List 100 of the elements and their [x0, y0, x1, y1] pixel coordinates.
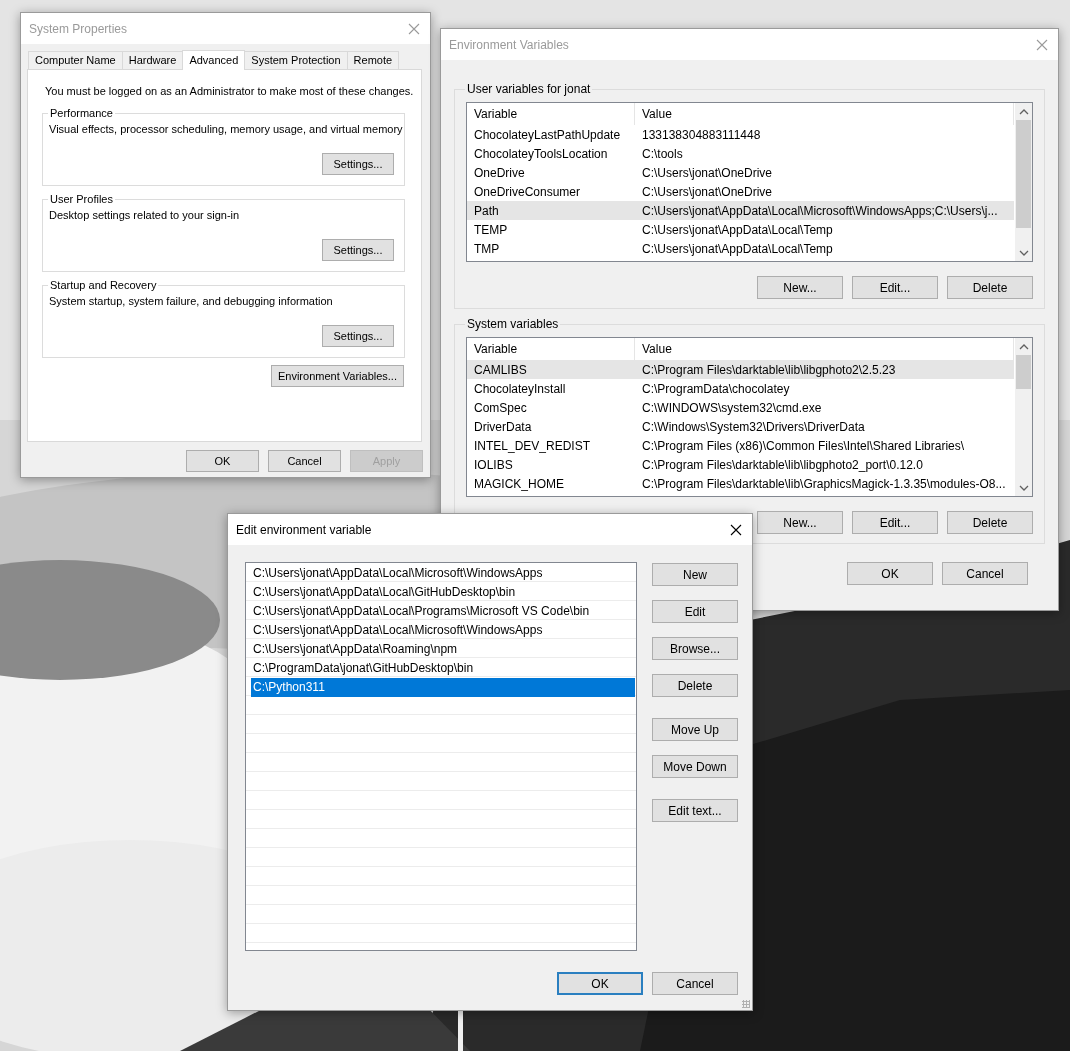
path-entry[interactable]: C:\Users\jonat\AppData\Local\Microsoft\WindowsApps [251, 621, 635, 640]
window-title: System Properties [29, 21, 128, 36]
group-title: User Profiles [49, 193, 114, 205]
path-entry[interactable]: C:\Users\jonat\AppData\Roaming\npm [251, 640, 635, 659]
variable-value-cell-text: C:\Users\jonat\OneDrive [641, 165, 774, 180]
dialog-button[interactable]: OK [847, 562, 933, 585]
column-header[interactable]: Value [635, 103, 1014, 125]
path-entry[interactable]: C:\ProgramData\jonat\GitHubDesktop\bin [251, 659, 635, 678]
variable-value-cell-text: C:\Program Files\darktable\lib\GraphicsMagick-1.3.35\modules-O8... [641, 476, 1007, 491]
dialog-button[interactable]: OK [557, 972, 643, 995]
dialog-button[interactable]: Cancel [942, 562, 1028, 585]
list-action-button[interactable]: Edit [652, 600, 738, 623]
variable-value-cell-text: C:\ProgramData\chocolatey [641, 381, 791, 396]
variable-name-cell-text: TMP [473, 241, 501, 256]
group-description: Desktop settings related to your sign-in [49, 209, 240, 221]
variable-action-button[interactable]: Edit... [852, 276, 938, 299]
list-row[interactable]: ChocolateyLastPathUpdate 133138304883111448 [467, 125, 1014, 144]
list-row[interactable]: ChocolateyInstall C:\ProgramData\chocolatey [467, 379, 1014, 398]
resize-grip[interactable] [742, 1000, 750, 1008]
list-row[interactable]: MAGICK_HOME C:\Program Files\darktable\lib\GraphicsMagick-1.3.35\modules-O8... [467, 474, 1014, 493]
window-title: Environment Variables [449, 37, 569, 52]
scroll-up-icon[interactable] [1018, 344, 1029, 350]
variable-value-cell-text: C:\Users\jonat\OneDrive [641, 184, 774, 199]
list-row[interactable]: TEMP C:\Users\jonat\AppData\Local\Temp [467, 220, 1014, 239]
list-row[interactable]: OneDriveConsumer C:\Users\jonat\OneDrive [467, 182, 1014, 201]
list-row[interactable]: OneDrive C:\Users\jonat\OneDrive [467, 163, 1014, 182]
variable-name-cell-text: INTEL_DEV_REDIST [473, 438, 592, 453]
list-action-button[interactable]: Move Down [652, 755, 738, 778]
variable-action-button[interactable]: Delete [947, 511, 1033, 534]
group-description: Visual effects, processor scheduling, memory usage, and virtual memory [49, 123, 403, 135]
settings-button[interactable]: Settings... [322, 325, 394, 347]
variable-name-cell-text: ComSpec [473, 400, 528, 415]
variable-value-cell-text: C:\Program Files\darktable\lib\libgphoto2_port\0.12.0 [641, 457, 924, 472]
group-title: System variables [466, 317, 560, 331]
variable-name-cell-text: DriverData [473, 419, 533, 434]
variable-name-cell-text: CAMLIBS [473, 362, 528, 377]
variable-action-button[interactable]: New... [757, 276, 843, 299]
list-action-button[interactable]: Move Up [652, 718, 738, 741]
path-entry[interactable]: C:\Users\jonat\AppData\Local\GitHubDesktop\bin [251, 583, 635, 602]
scroll-down-icon[interactable] [1018, 250, 1029, 256]
variable-value-cell-text: 133138304883111448 [641, 127, 762, 142]
notice-text: You must be logged on as an Administrator to make most of these changes. [45, 85, 414, 97]
path-entry[interactable]: C:\Users\jonat\AppData\Local\Programs\Microsoft VS Code\bin [251, 602, 635, 621]
group-title: Performance [49, 107, 114, 119]
variable-name-cell-text: ChocolateyToolsLocation [473, 146, 609, 161]
variable-name-cell-text: ChocolateyInstall [473, 381, 567, 396]
variable-value-cell-text: C:\tools [641, 146, 684, 161]
dialog-button[interactable]: Cancel [652, 972, 738, 995]
scroll-thumb[interactable] [1016, 355, 1031, 389]
window-title: Edit environment variable [236, 522, 372, 537]
variable-value-cell-text: C:\Users\jonat\AppData\Local\Temp [641, 222, 834, 237]
list-action-button[interactable]: Browse... [652, 637, 738, 660]
variable-name-cell-text: OneDriveConsumer [473, 184, 582, 199]
variable-name-cell-text: IOLIBS [473, 457, 514, 472]
variable-value-cell-text: C:\Users\jonat\AppData\Local\Temp [641, 241, 834, 256]
tab[interactable]: Computer Name [28, 51, 123, 69]
scrollbar[interactable] [1015, 103, 1032, 261]
variable-name-cell-text: ChocolateyLastPathUpdate [473, 127, 622, 142]
settings-button[interactable]: Settings... [322, 239, 394, 261]
list-row[interactable]: ChocolateyToolsLocation C:\tools [467, 144, 1014, 163]
scroll-thumb[interactable] [1016, 120, 1031, 228]
scroll-up-icon[interactable] [1018, 109, 1029, 115]
list-row[interactable]: CAMLIBS C:\Program Files\darktable\lib\libgphoto2\2.5.23 [467, 360, 1014, 379]
variable-action-button[interactable]: New... [757, 511, 843, 534]
list-row[interactable]: DriverData C:\Windows\System32\Drivers\DriverData [467, 417, 1014, 436]
settings-button[interactable]: Settings... [322, 153, 394, 175]
list-action-button[interactable]: Delete [652, 674, 738, 697]
path-entry[interactable]: C:\Users\jonat\AppData\Local\Microsoft\WindowsApps [251, 564, 635, 583]
list-row[interactable]: INTEL_DEV_REDIST C:\Program Files (x86)\Common Files\Intel\Shared Libraries\ [467, 436, 1014, 455]
close-icon[interactable] [730, 523, 742, 536]
variable-value-cell-text: C:\WINDOWS\system32\cmd.exe [641, 400, 823, 415]
variable-value-cell-text: C:\Program Files\darktable\lib\libgphoto2\2.5.23 [641, 362, 897, 377]
group-description: System startup, system failure, and debugging information [49, 295, 333, 307]
list-row[interactable]: Path C:\Users\jonat\AppData\Local\Microsoft\WindowsApps;C:\Users\j... [467, 201, 1014, 220]
column-header[interactable]: Variable [467, 103, 635, 125]
path-entry[interactable]: C:\Python311 [251, 678, 635, 697]
environment-variables-button[interactable]: Environment Variables... [270, 365, 404, 387]
group-title: Startup and Recovery [49, 279, 158, 291]
list-row[interactable]: IOLIBS C:\Program Files\darktable\lib\libgphoto2_port\0.12.0 [467, 455, 1014, 474]
variable-name-cell-text: OneDrive [473, 165, 526, 180]
variable-value-cell-text: C:\Users\jonat\AppData\Local\Microsoft\WindowsApps;C:\Users\j... [641, 203, 999, 218]
group-title: User variables for jonat [466, 82, 592, 96]
dialog-button[interactable]: OK [186, 450, 259, 472]
scroll-down-icon[interactable] [1018, 485, 1029, 491]
tab[interactable]: Remote [346, 51, 400, 69]
variable-name-cell-text: TEMP [473, 222, 509, 237]
list-row[interactable]: TMP C:\Users\jonat\AppData\Local\Temp [467, 239, 1014, 258]
variable-action-button[interactable]: Delete [947, 276, 1033, 299]
tab[interactable]: System Protection [244, 51, 348, 69]
variable-action-button[interactable]: Edit... [852, 511, 938, 534]
list-action-button[interactable]: Edit text... [652, 799, 738, 822]
variable-value-cell-text: C:\Windows\System32\Drivers\DriverData [641, 419, 866, 434]
dialog-button[interactable]: Cancel [268, 450, 341, 472]
variable-name-cell-text: MAGICK_HOME [473, 476, 565, 491]
list-row[interactable]: ComSpec C:\WINDOWS\system32\cmd.exe [467, 398, 1014, 417]
variable-name-cell-text: Path [473, 203, 500, 218]
tab[interactable]: Advanced [182, 50, 246, 70]
list-action-button[interactable]: New [652, 563, 738, 586]
scrollbar[interactable] [1015, 338, 1032, 496]
variable-value-cell-text: C:\Program Files (x86)\Common Files\Intel\Shared Libraries\ [641, 438, 966, 453]
